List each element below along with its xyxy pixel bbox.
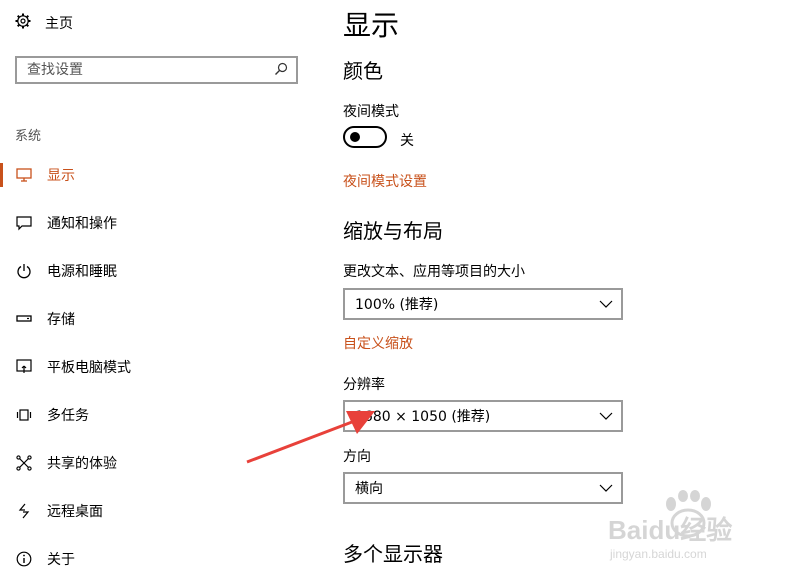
- orientation-label: 方向: [343, 449, 371, 465]
- custom-scale-link[interactable]: 自定义缩放: [343, 333, 413, 353]
- sidebar-item-label: 电源和睡眠: [47, 264, 117, 280]
- dropdown-value: 横向: [355, 481, 383, 497]
- night-mode-label: 夜间模式: [343, 104, 399, 120]
- color-section-heading: 颜色: [343, 59, 383, 83]
- sidebar-item-label: 显示: [47, 168, 75, 184]
- remote-desktop-icon: [14, 503, 34, 519]
- sidebar-item-label: 通知和操作: [47, 216, 117, 232]
- toggle-knob: [350, 132, 360, 142]
- sidebar-item-remote-desktop[interactable]: 远程桌面: [0, 494, 330, 528]
- text-size-dropdown[interactable]: 100% (推荐): [343, 288, 623, 320]
- home-nav-item[interactable]: 主页: [15, 10, 73, 36]
- sidebar-item-label: 平板电脑模式: [47, 360, 131, 376]
- night-mode-toggle[interactable]: [343, 126, 387, 148]
- sidebar-item-storage[interactable]: 存储: [0, 302, 330, 336]
- sidebar-item-label: 关于: [47, 552, 75, 568]
- sidebar-item-notifications[interactable]: 通知和操作: [0, 206, 330, 240]
- dropdown-value: 1680 × 1050 (推荐): [355, 409, 491, 425]
- page-title: 显示: [343, 9, 400, 42]
- resolution-dropdown[interactable]: 1680 × 1050 (推荐): [343, 400, 623, 432]
- night-mode-state: 关: [400, 133, 414, 149]
- scale-layout-heading: 缩放与布局: [343, 219, 443, 243]
- display-settings-panel: 显示 颜色 夜间模式 关 夜间模式设置 缩放与布局 更改文本、应用等项目的大小 …: [343, 0, 783, 581]
- search-box: [15, 56, 298, 84]
- chevron-down-icon: [599, 484, 613, 492]
- dropdown-value: 100% (推荐): [355, 297, 439, 313]
- sidebar-item-label: 共享的体验: [47, 456, 117, 472]
- chevron-down-icon: [599, 300, 613, 308]
- info-icon: [14, 551, 34, 567]
- sidebar-item-label: 远程桌面: [47, 504, 103, 520]
- gear-icon: [15, 13, 31, 33]
- chevron-down-icon: [599, 412, 613, 420]
- monitor-icon: [14, 168, 34, 182]
- sidebar-item-about[interactable]: 关于: [0, 542, 330, 576]
- section-label-system: 系统: [15, 129, 42, 144]
- night-mode-settings-link[interactable]: 夜间模式设置: [343, 171, 427, 191]
- sidebar-item-tablet-mode[interactable]: 平板电脑模式: [0, 350, 330, 384]
- orientation-dropdown[interactable]: 横向: [343, 472, 623, 504]
- multiple-displays-heading: 多个显示器: [343, 542, 443, 566]
- storage-icon: [14, 315, 34, 323]
- sidebar-item-display[interactable]: 显示: [0, 158, 330, 192]
- sidebar-item-power[interactable]: 电源和睡眠: [0, 254, 330, 288]
- settings-sidebar: 主页 系统 显示 通知和操作: [0, 0, 330, 581]
- power-icon: [14, 263, 34, 279]
- tablet-mode-icon: [14, 359, 34, 375]
- resolution-label: 分辨率: [343, 377, 385, 393]
- sidebar-item-label: 存储: [47, 312, 75, 328]
- search-input[interactable]: [27, 62, 274, 78]
- share-icon: [14, 455, 34, 471]
- sidebar-item-multitasking[interactable]: 多任务: [0, 398, 330, 432]
- message-icon: [14, 215, 34, 231]
- sidebar-item-label: 多任务: [47, 408, 89, 424]
- search-icon[interactable]: [274, 61, 288, 80]
- text-size-label: 更改文本、应用等项目的大小: [343, 264, 525, 280]
- multitask-icon: [14, 409, 34, 421]
- sidebar-item-shared-experiences[interactable]: 共享的体验: [0, 446, 330, 480]
- home-label: 主页: [45, 16, 73, 32]
